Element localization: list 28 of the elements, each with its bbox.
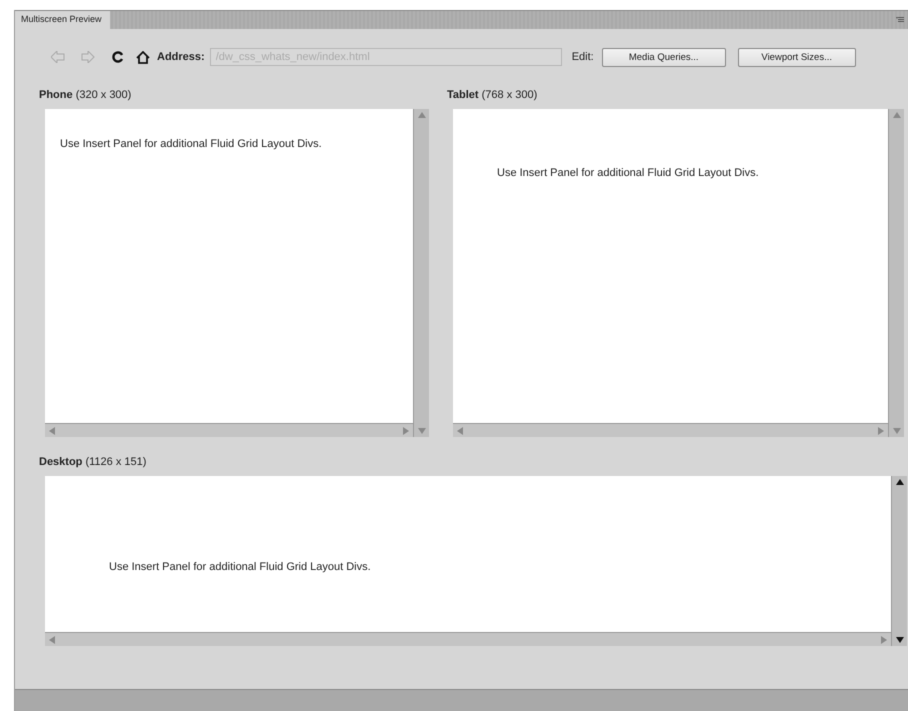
panel-menu-icon[interactable] (896, 17, 904, 23)
viewport-label: Phone (320 x 300) (39, 89, 132, 102)
scroll-right-icon[interactable] (878, 426, 884, 434)
scroll-left-icon[interactable] (49, 426, 55, 434)
scroll-up-icon[interactable] (896, 479, 904, 485)
toolbar-button[interactable]: Viewport Sizes... (738, 48, 856, 66)
horizontal-scrollbar[interactable] (45, 632, 891, 646)
vertical-scrollbar[interactable] (891, 476, 907, 646)
back-arrow-icon[interactable] (51, 51, 65, 63)
scroll-right-icon[interactable] (403, 426, 409, 434)
scroll-down-icon[interactable] (896, 637, 904, 643)
address-label: Address: (157, 51, 205, 63)
toolbar-button[interactable]: Media Queries... (602, 48, 726, 66)
horizontal-scrollbar[interactable] (45, 423, 413, 437)
home-icon[interactable] (136, 50, 150, 64)
panel-tab[interactable]: Multiscreen Preview (15, 11, 110, 29)
scroll-left-icon[interactable] (457, 426, 463, 434)
viewport-text: Use Insert Panel for additional Fluid Grid Layout Divs. (108, 560, 372, 575)
horizontal-scrollbar[interactable] (453, 423, 888, 437)
viewport-label: Desktop (1126 x 151) (39, 456, 148, 469)
scroll-left-icon[interactable] (49, 636, 55, 644)
viewport-text: Use Insert Panel for additional Fluid Grid Layout Divs. (496, 166, 760, 181)
viewport-text: Use Insert Panel for additional Fluid Grid Layout Divs. (59, 137, 323, 152)
scroll-right-icon[interactable] (881, 636, 887, 644)
viewport-label: Tablet (768 x 300) (447, 89, 538, 102)
refresh-icon[interactable] (112, 51, 124, 63)
forward-arrow-icon[interactable] (81, 51, 95, 63)
edit-label: Edit: (572, 51, 594, 63)
